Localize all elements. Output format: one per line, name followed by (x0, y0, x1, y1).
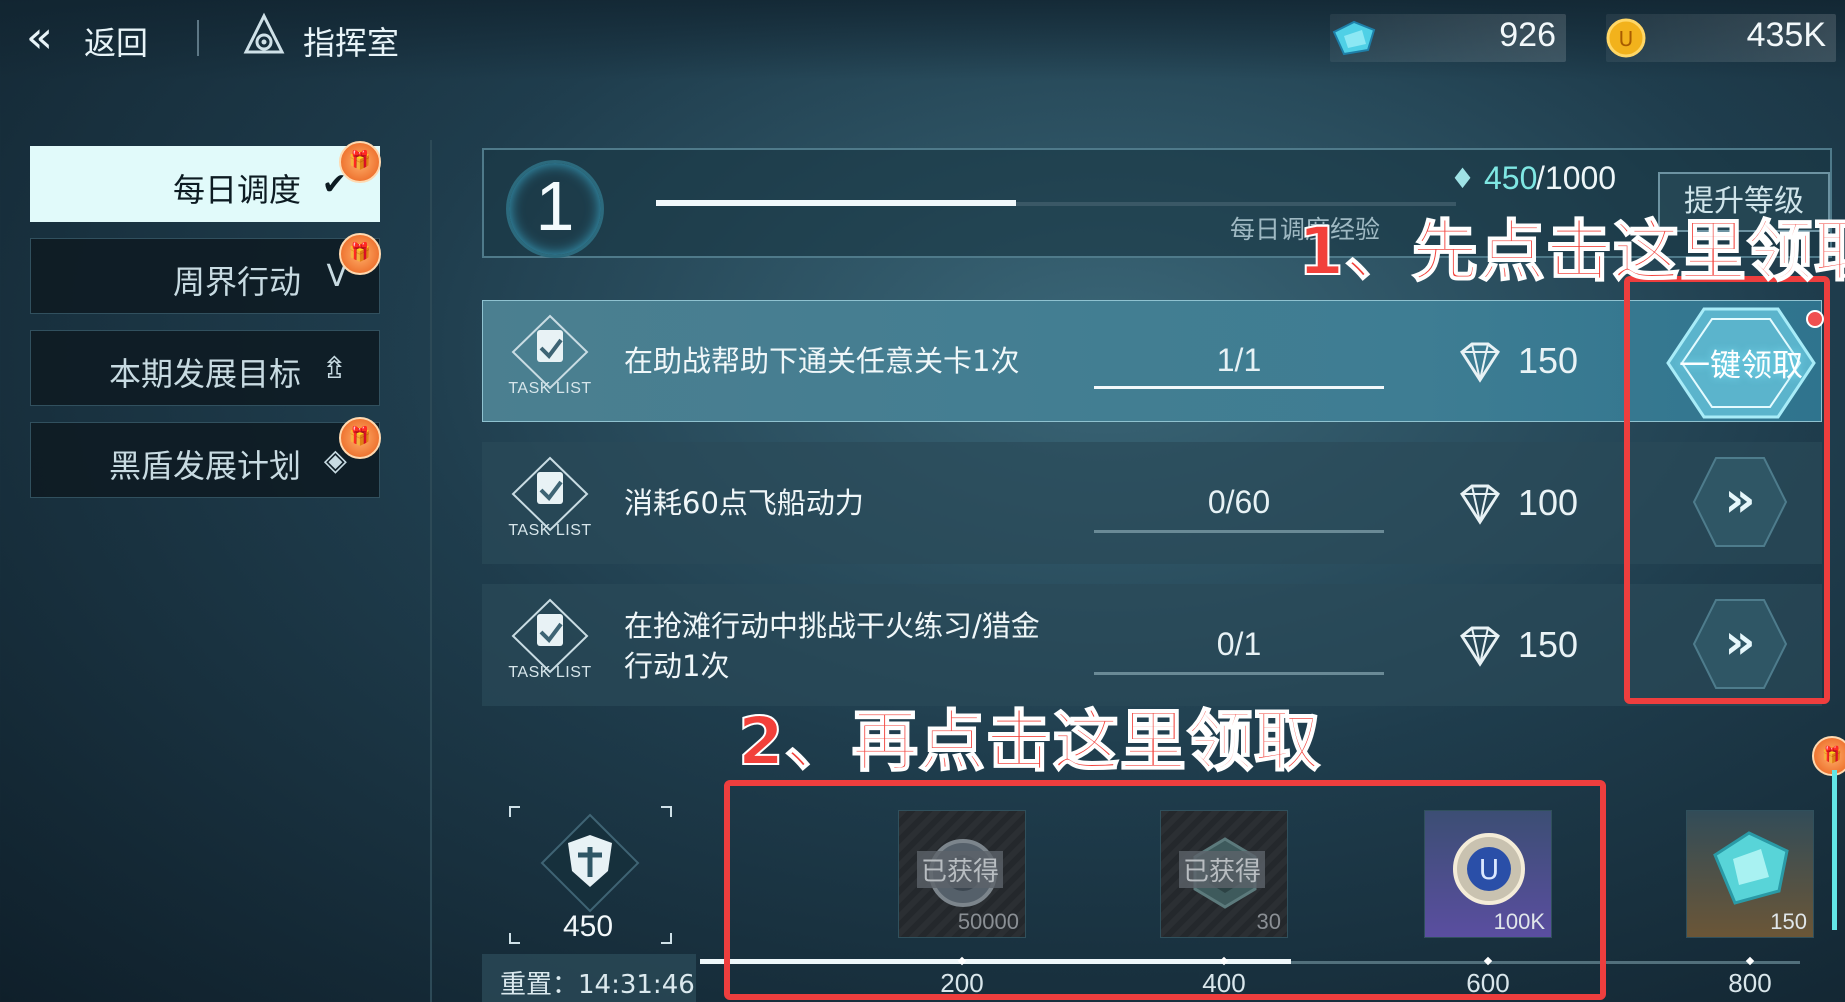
sidebar-item-label: 周界行动 (172, 263, 301, 301)
task-progress: 1/1 (1216, 342, 1262, 378)
xp-current: 450 (1484, 160, 1538, 196)
xp-max: /1000 (1536, 160, 1617, 196)
gift-badge-icon: 🎁 (339, 141, 381, 183)
sidebar-divider (430, 140, 432, 1002)
crystal-icon (1713, 831, 1789, 905)
sidebar-item-blackshield[interactable]: 黑盾发展计划 ◈ 🎁 (30, 417, 381, 498)
xp-gem-icon: ♦ (1450, 162, 1476, 195)
reward-quantity: 150 (1770, 909, 1807, 934)
task-progress: 0/1 (1216, 626, 1262, 662)
task-reward: 150 (1518, 340, 1579, 381)
sidebar-item-label: 本期发展目标 (108, 355, 301, 393)
annotation-box-claim (1624, 276, 1830, 704)
scroll-indicator (1832, 770, 1837, 930)
gift-badge-icon[interactable]: 🎁 (1812, 736, 1845, 776)
command-room-icon (243, 12, 285, 54)
sidebar-item-label: 黑盾发展计划 (108, 447, 301, 485)
xp-bar-fill (656, 200, 1016, 206)
task-progress: 0/60 (1207, 484, 1271, 520)
task-title: 消耗60点飞船动力 (624, 486, 864, 520)
task-list-label: TASK LIST (508, 522, 592, 539)
annotation-step2: 2、再点击这里领取 (737, 702, 1321, 781)
level-number: 1 (535, 167, 575, 245)
reset-timer: 重置：14:31:46 (500, 970, 695, 1000)
svg-text:U: U (1619, 27, 1634, 51)
xp-gem-icon (1460, 484, 1500, 525)
task-progress-line (1094, 386, 1384, 389)
rank-up-icon: ⇯ (321, 351, 347, 386)
sidebar-item-daily[interactable]: 每日调度 ✔ 🎁 (30, 141, 381, 222)
sidebar-item-goals[interactable]: 本期发展目标 ⇯ (30, 330, 380, 406)
task-reward: 150 (1518, 624, 1579, 665)
back-button[interactable]: 返回 (84, 18, 148, 64)
task-title: 在抢滩行动中挑战干火练习/猎金行动1次 (624, 609, 1040, 683)
coin-count: 435K (1746, 16, 1826, 54)
crystal-count: 926 (1499, 16, 1556, 54)
xp-gem-icon (1460, 626, 1500, 667)
page-title: 指挥室 (303, 24, 400, 62)
task-title: 在助战帮助下通关任意关卡1次 (624, 344, 1020, 378)
divider (197, 20, 199, 56)
coin-icon: U (1606, 18, 1646, 58)
milestone-threshold: 800 (1728, 968, 1772, 998)
sidebar-item-perimeter[interactable]: 周界行动 V 🎁 (30, 233, 381, 314)
task-list-label: TASK LIST (508, 664, 592, 681)
total-points: 450 (562, 910, 614, 943)
sidebar-item-label: 每日调度 (172, 171, 301, 209)
task-progress-line (1094, 672, 1384, 675)
crystal-icon (1332, 20, 1376, 56)
milestone-reward-card[interactable]: 150 (1686, 810, 1814, 938)
annotation-step1: 1、先点击这里领取 (1297, 212, 1845, 291)
gift-badge-icon: 🎁 (339, 233, 381, 275)
task-list-label: TASK LIST (508, 380, 592, 397)
task-reward: 100 (1518, 482, 1579, 523)
xp-gem-icon (1460, 342, 1500, 383)
annotation-box-milestones (724, 780, 1606, 1000)
task-progress-line (1094, 530, 1384, 533)
back-arrow-icon[interactable]: « (26, 16, 53, 60)
gift-badge-icon: 🎁 (339, 417, 381, 459)
